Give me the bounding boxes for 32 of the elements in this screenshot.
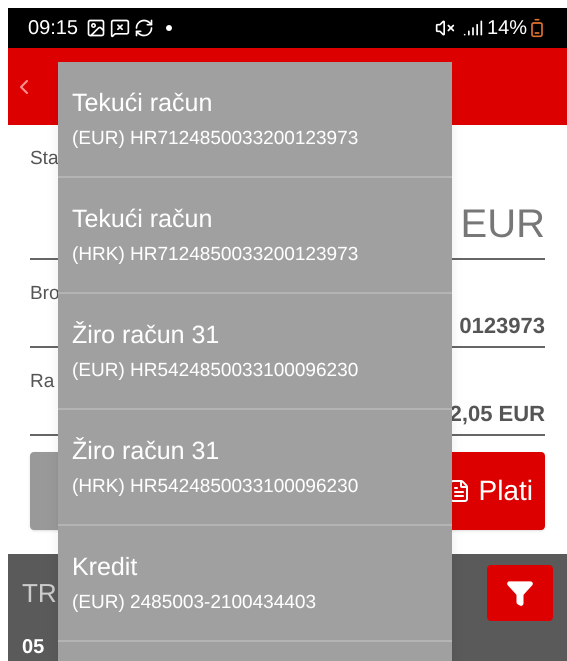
account-number: (EUR) HR7124850033200123973	[72, 126, 360, 150]
filter-icon	[506, 579, 534, 607]
account-number: (HRK) HR7124850033200123973	[72, 242, 360, 266]
battery-percent: 14%	[486, 16, 527, 41]
account-number: (EUR) HR5424850033100096230	[72, 358, 360, 382]
field-label: Sta	[30, 147, 59, 171]
account-name: Tekući račun	[72, 88, 214, 118]
mute-icon	[434, 18, 455, 38]
image-icon	[86, 18, 106, 38]
field-label: Ra	[30, 370, 54, 394]
sync-icon	[134, 18, 154, 38]
account-option[interactable]: Tekući račun (EUR) HR7124850033200123973	[58, 62, 452, 178]
transactions-title: TR	[22, 576, 57, 610]
account-option[interactable]: Tekući račun (HRK) HR7124850033200123973	[58, 178, 452, 294]
signal-icon	[462, 18, 483, 38]
account-name: Žiro račun 31	[72, 320, 220, 350]
status-time: 09:15	[28, 16, 78, 41]
account-option[interactable]: Žiro račun 31 (EUR) HR5424850033100096230	[58, 294, 452, 410]
account-name: Kredit	[72, 552, 138, 582]
account-option[interactable]: Žiro račun 31 (HRK) HR5424850033100096230	[58, 410, 452, 526]
account-number: (EUR) 2485003-2100434403	[72, 590, 318, 614]
field-value: EUR	[460, 201, 545, 248]
account-number: (HRK) HR5424850033100096230	[72, 474, 360, 498]
account-name: Žiro račun 31	[72, 436, 220, 466]
account-name: Tekući račun	[72, 204, 214, 234]
field-value: 2,05 EUR	[450, 400, 545, 428]
message-icon	[110, 18, 130, 38]
account-option[interactable]: Kredit (EUR) 2485003-2100434403	[58, 526, 452, 642]
field-label: Bro	[30, 282, 60, 306]
field-value: 0123973	[459, 312, 545, 340]
transaction-date: 05	[22, 635, 46, 660]
filter-button[interactable]	[487, 565, 553, 621]
